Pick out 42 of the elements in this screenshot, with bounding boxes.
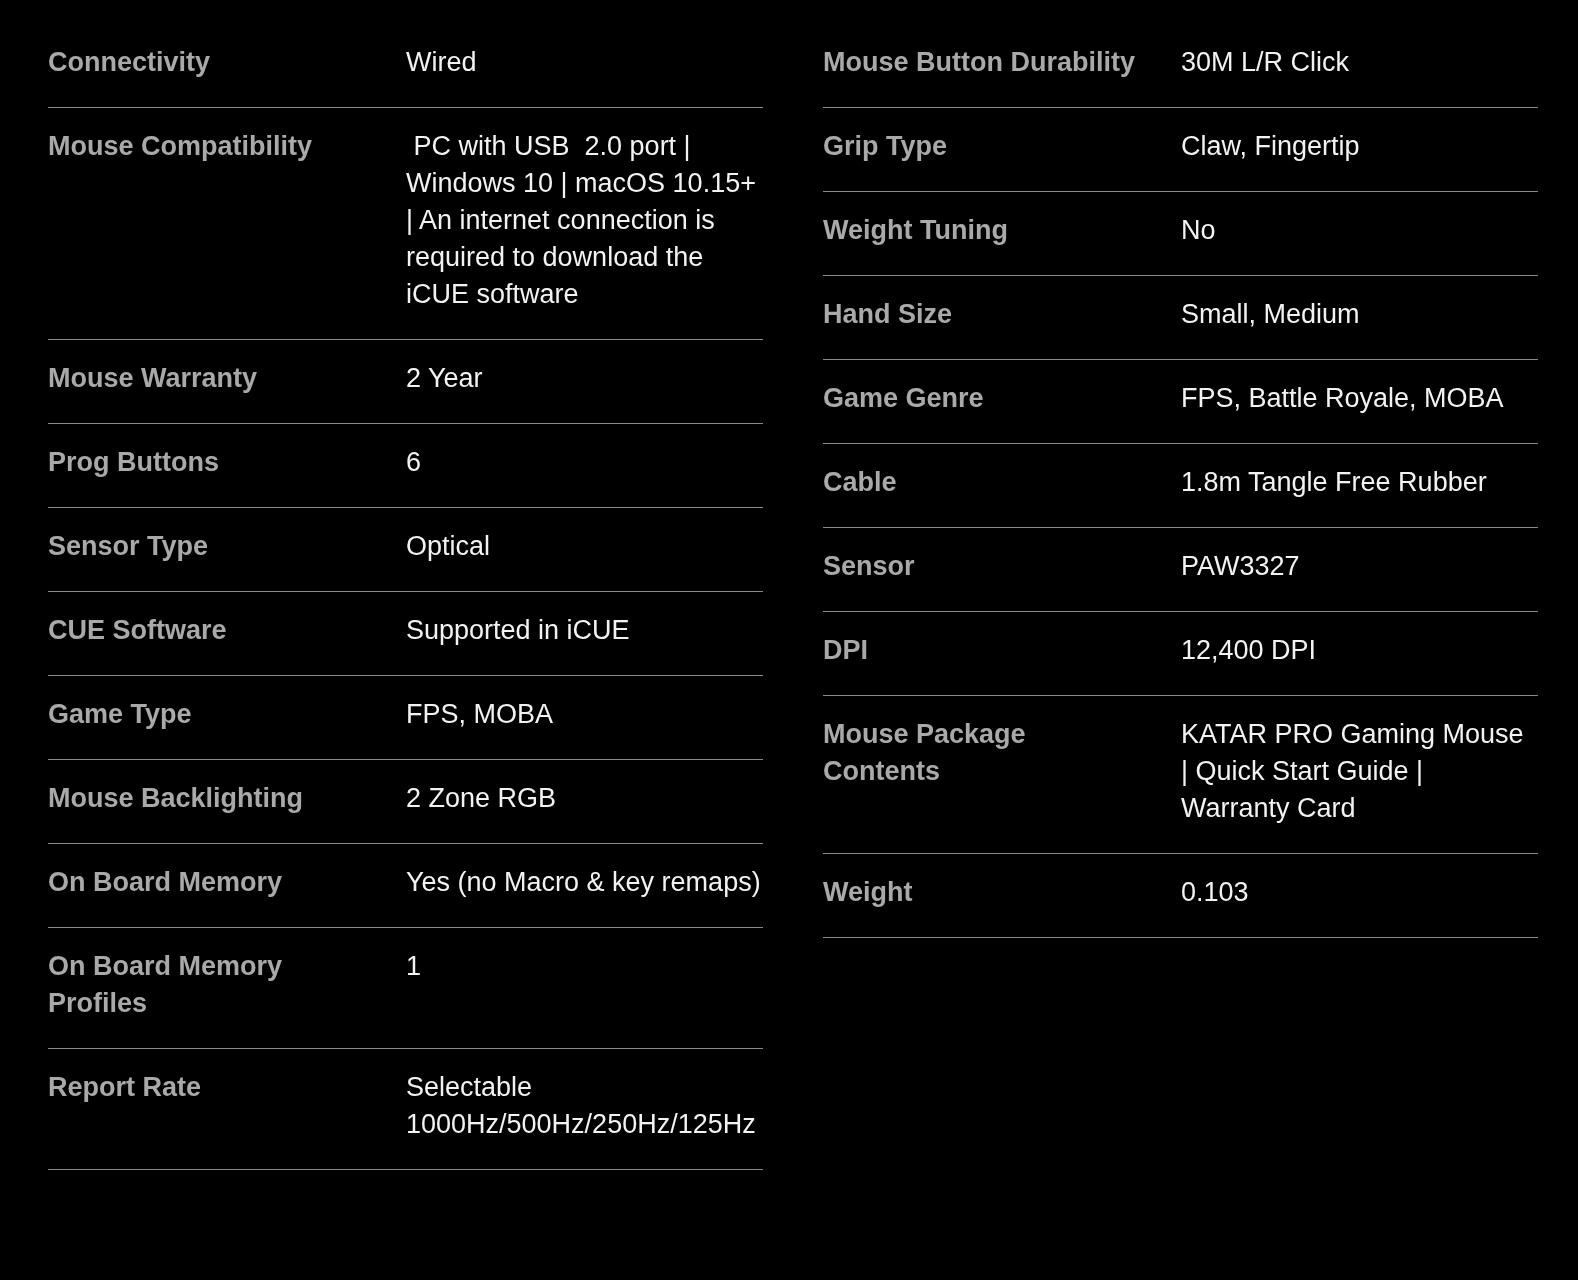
spec-label: Report Rate bbox=[48, 1071, 203, 1104]
spec-label: Mouse Button Durability bbox=[823, 46, 1136, 79]
spec-label: Connectivity bbox=[48, 46, 212, 79]
spec-value: FPS, MOBA bbox=[406, 698, 555, 731]
spec-value: Selectable 1000Hz/500Hz/250Hz/125Hz bbox=[406, 1071, 757, 1141]
spec-value: 2 Zone RGB bbox=[406, 782, 558, 815]
spec-value: No bbox=[1181, 214, 1217, 247]
spec-label: DPI bbox=[823, 634, 869, 667]
spec-value: PAW3327 bbox=[1181, 550, 1301, 583]
spec-value: Yes (no Macro & key remaps) bbox=[406, 866, 762, 899]
spec-label: Cable bbox=[823, 466, 898, 499]
spec-value: Supported in iCUE bbox=[406, 614, 631, 647]
spec-value: 1 bbox=[406, 950, 423, 983]
spec-label: CUE Software bbox=[48, 614, 228, 647]
spec-label: Sensor bbox=[823, 550, 916, 583]
spec-value: Claw, Fingertip bbox=[1181, 130, 1361, 163]
spec-value: PC with USB 2.0 port | Windows 10 | macOS 10.15+ | An internet connection is required to download the iCUE software bbox=[406, 130, 757, 311]
spec-label: Weight bbox=[823, 876, 914, 909]
spec-value: Optical bbox=[406, 530, 492, 563]
spec-label: On Board Memory Profiles bbox=[48, 950, 284, 1020]
spec-value: Wired bbox=[406, 46, 478, 79]
spec-label: Game Type bbox=[48, 698, 193, 731]
spec-label: Mouse Package Contents bbox=[823, 718, 1027, 788]
spec-label: Mouse Compatibility bbox=[48, 130, 313, 163]
spec-value: 12,400 DPI bbox=[1181, 634, 1318, 667]
spec-label: Weight Tuning bbox=[823, 214, 1009, 247]
spec-label: Mouse Backlighting bbox=[48, 782, 305, 815]
spec-label: Grip Type bbox=[823, 130, 949, 163]
spec-label: Prog Buttons bbox=[48, 446, 220, 479]
spec-value: FPS, Battle Royale, MOBA bbox=[1181, 382, 1505, 415]
spec-value: KATAR PRO Gaming Mouse | Quick Start Guide | Warranty Card bbox=[1181, 718, 1525, 825]
spec-label: Game Genre bbox=[823, 382, 985, 415]
spec-value: 0.103 bbox=[1181, 876, 1250, 909]
spec-label: Mouse Warranty bbox=[48, 362, 259, 395]
spec-label: On Board Memory bbox=[48, 866, 284, 899]
spec-value: 30M L/R Click bbox=[1181, 46, 1351, 79]
spec-value: 1.8m Tangle Free Rubber bbox=[1181, 466, 1488, 499]
spec-label: Hand Size bbox=[823, 298, 954, 331]
spec-value: 6 bbox=[406, 446, 423, 479]
spec-label: Sensor Type bbox=[48, 530, 210, 563]
spec-value: Small, Medium bbox=[1181, 298, 1361, 331]
spec-value: 2 Year bbox=[406, 362, 484, 395]
